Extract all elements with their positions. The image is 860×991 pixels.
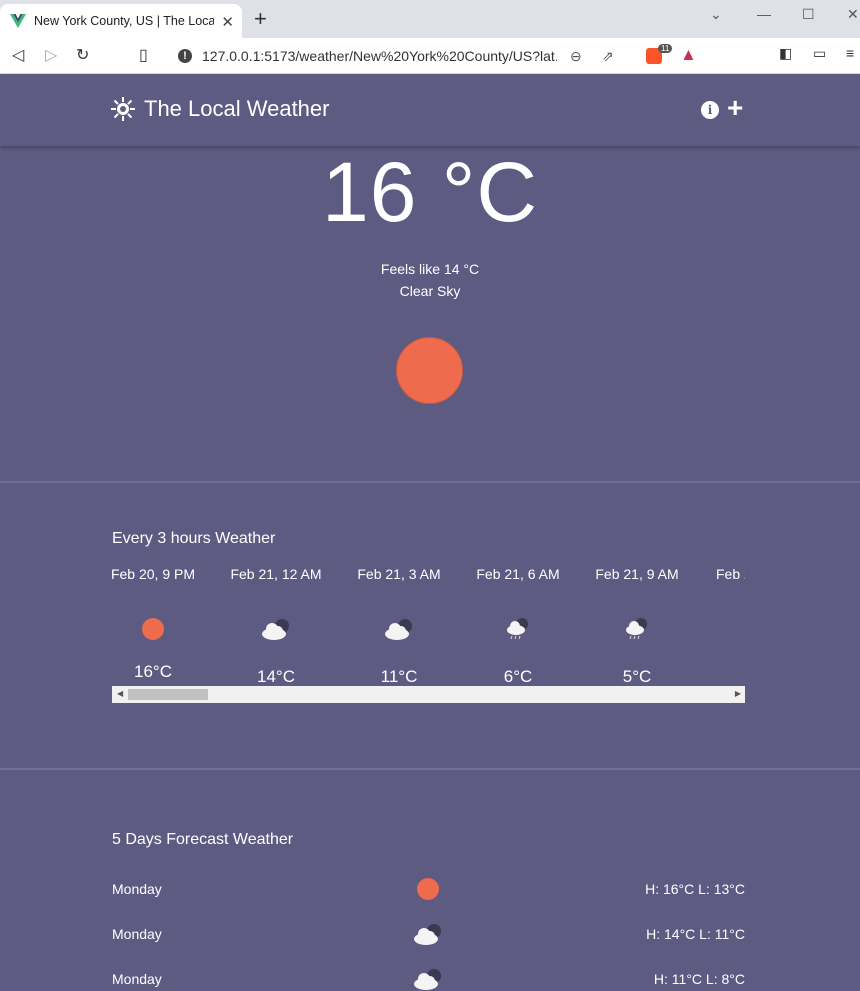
section-divider [0,481,860,483]
chevron-down-icon[interactable]: ⌄ [710,6,722,23]
sun-logo-icon [111,97,135,121]
bookmark-icon[interactable]: ▯ [139,45,148,65]
day-name: Monday [112,971,162,987]
cloud-icon [414,924,441,945]
hourly-scrollbar[interactable]: ◀ ▶ [112,686,745,703]
daily-row: Monday H: 14°C L: 11°C [112,921,745,949]
clear-sun-icon [396,337,463,404]
browser-toolbar: ◁ ▷ ↻ ▯ ! 127.0.0.1:5173/weather/New%20Y… [0,38,860,74]
hourly-time: Feb 21, 12 PM [716,566,745,582]
scroll-left-icon[interactable]: ◀ [117,689,123,698]
feels-like: Feels like 14 °C [380,261,480,277]
hourly-time: Feb 21, 9 AM [595,566,679,582]
weather-description: Clear Sky [399,283,461,299]
daily-section-title: 5 Days Forecast Weather [112,831,294,848]
hourly-temp: 16°C [134,662,172,681]
menu-icon[interactable]: ≡ [846,45,854,61]
hourly-scroller[interactable]: Feb 20, 9 PM 16°C Feb 21, 12 AM 14°C Feb… [112,566,745,688]
clear-sun-icon [137,617,169,641]
address-bar[interactable]: ! 127.0.0.1:5173/weather/New%20York%20Co… [168,42,706,70]
maximize-icon[interactable]: ☐ [802,6,815,23]
section-divider [0,768,860,770]
close-tab-icon[interactable]: ✕ [221,13,234,31]
app-title: The Local Weather [144,96,330,121]
hourly-item: Feb 21, 12 AM 14°C [226,566,326,687]
hourly-item: Feb 21, 3 AM 11°C [349,566,449,687]
hourly-section-title: Every 3 hours Weather [112,530,276,547]
brave-rewards-icon[interactable]: ▲ [680,45,697,65]
new-tab-icon[interactable]: + [254,8,267,30]
forward-icon[interactable]: ▷ [45,45,57,65]
hourly-time: Feb 21, 12 AM [230,566,322,582]
browser-tab[interactable]: New York County, US | The Local Weather … [0,4,242,38]
browser-tab-bar: New York County, US | The Local Weather … [0,0,860,38]
daily-row: Monday H: 16°C L: 13°C [112,876,745,904]
hourly-time: Feb 20, 9 PM [112,566,196,582]
add-city-icon[interactable]: + [727,93,743,123]
daily-row: Monday H: 11°C L: 8°C [112,966,745,991]
share-icon[interactable]: ⇗ [602,48,614,65]
minimize-icon[interactable]: — [757,6,771,22]
day-high-low: H: 11°C L: 8°C [653,971,745,987]
scroll-right-icon[interactable]: ▶ [735,689,741,698]
cloud-icon [414,969,441,990]
cloud-icon [262,619,289,640]
hourly-temp: 14°C [257,667,295,686]
reload-icon[interactable]: ↻ [76,45,89,65]
scrollbar-thumb[interactable] [128,689,208,700]
vue-logo-icon [10,14,26,28]
day-high-low: H: 14°C L: 11°C [646,926,745,942]
zoom-icon[interactable]: ⊖ [570,48,582,65]
back-icon[interactable]: ◁ [12,45,24,65]
brave-badge: 11 [658,44,673,53]
hourly-item: Feb 21, 6 AM 6°C [468,566,568,687]
brand-link[interactable]: The Local Weather [111,96,329,122]
hourly-item: Feb 20, 9 PM 16°C [112,566,203,682]
hourly-item: Feb 21, 9 AM 5°C [587,566,687,687]
wallet-icon[interactable]: ▭ [813,45,826,62]
rain-cloud-icon [507,618,528,640]
info-icon[interactable]: i [701,101,719,119]
cloud-icon [385,619,412,640]
tab-title: New York County, US | The Local Weather [34,14,214,28]
window-close-icon[interactable]: ✕ [847,6,859,23]
hourly-temp: 11°C [380,667,418,686]
rain-cloud-icon [626,618,647,640]
hourly-item: Feb 21, 12 PM [716,566,745,582]
hourly-temp: 5°C [622,667,652,686]
clear-sun-icon [412,876,444,902]
app-header: The Local Weather i + [0,74,860,146]
hourly-time: Feb 21, 3 AM [357,566,441,582]
day-name: Monday [112,881,162,897]
hourly-time: Feb 21, 6 AM [476,566,560,582]
hourly-temp: 6°C [503,667,533,686]
sidebar-icon[interactable]: ◧ [779,45,792,62]
url-text[interactable]: 127.0.0.1:5173/weather/New%20York%20Coun… [202,48,557,64]
current-temperature: 16 °C [321,145,539,239]
day-name: Monday [112,926,162,942]
day-high-low: H: 16°C L: 13°C [645,881,745,897]
not-secure-icon[interactable]: ! [178,49,192,63]
